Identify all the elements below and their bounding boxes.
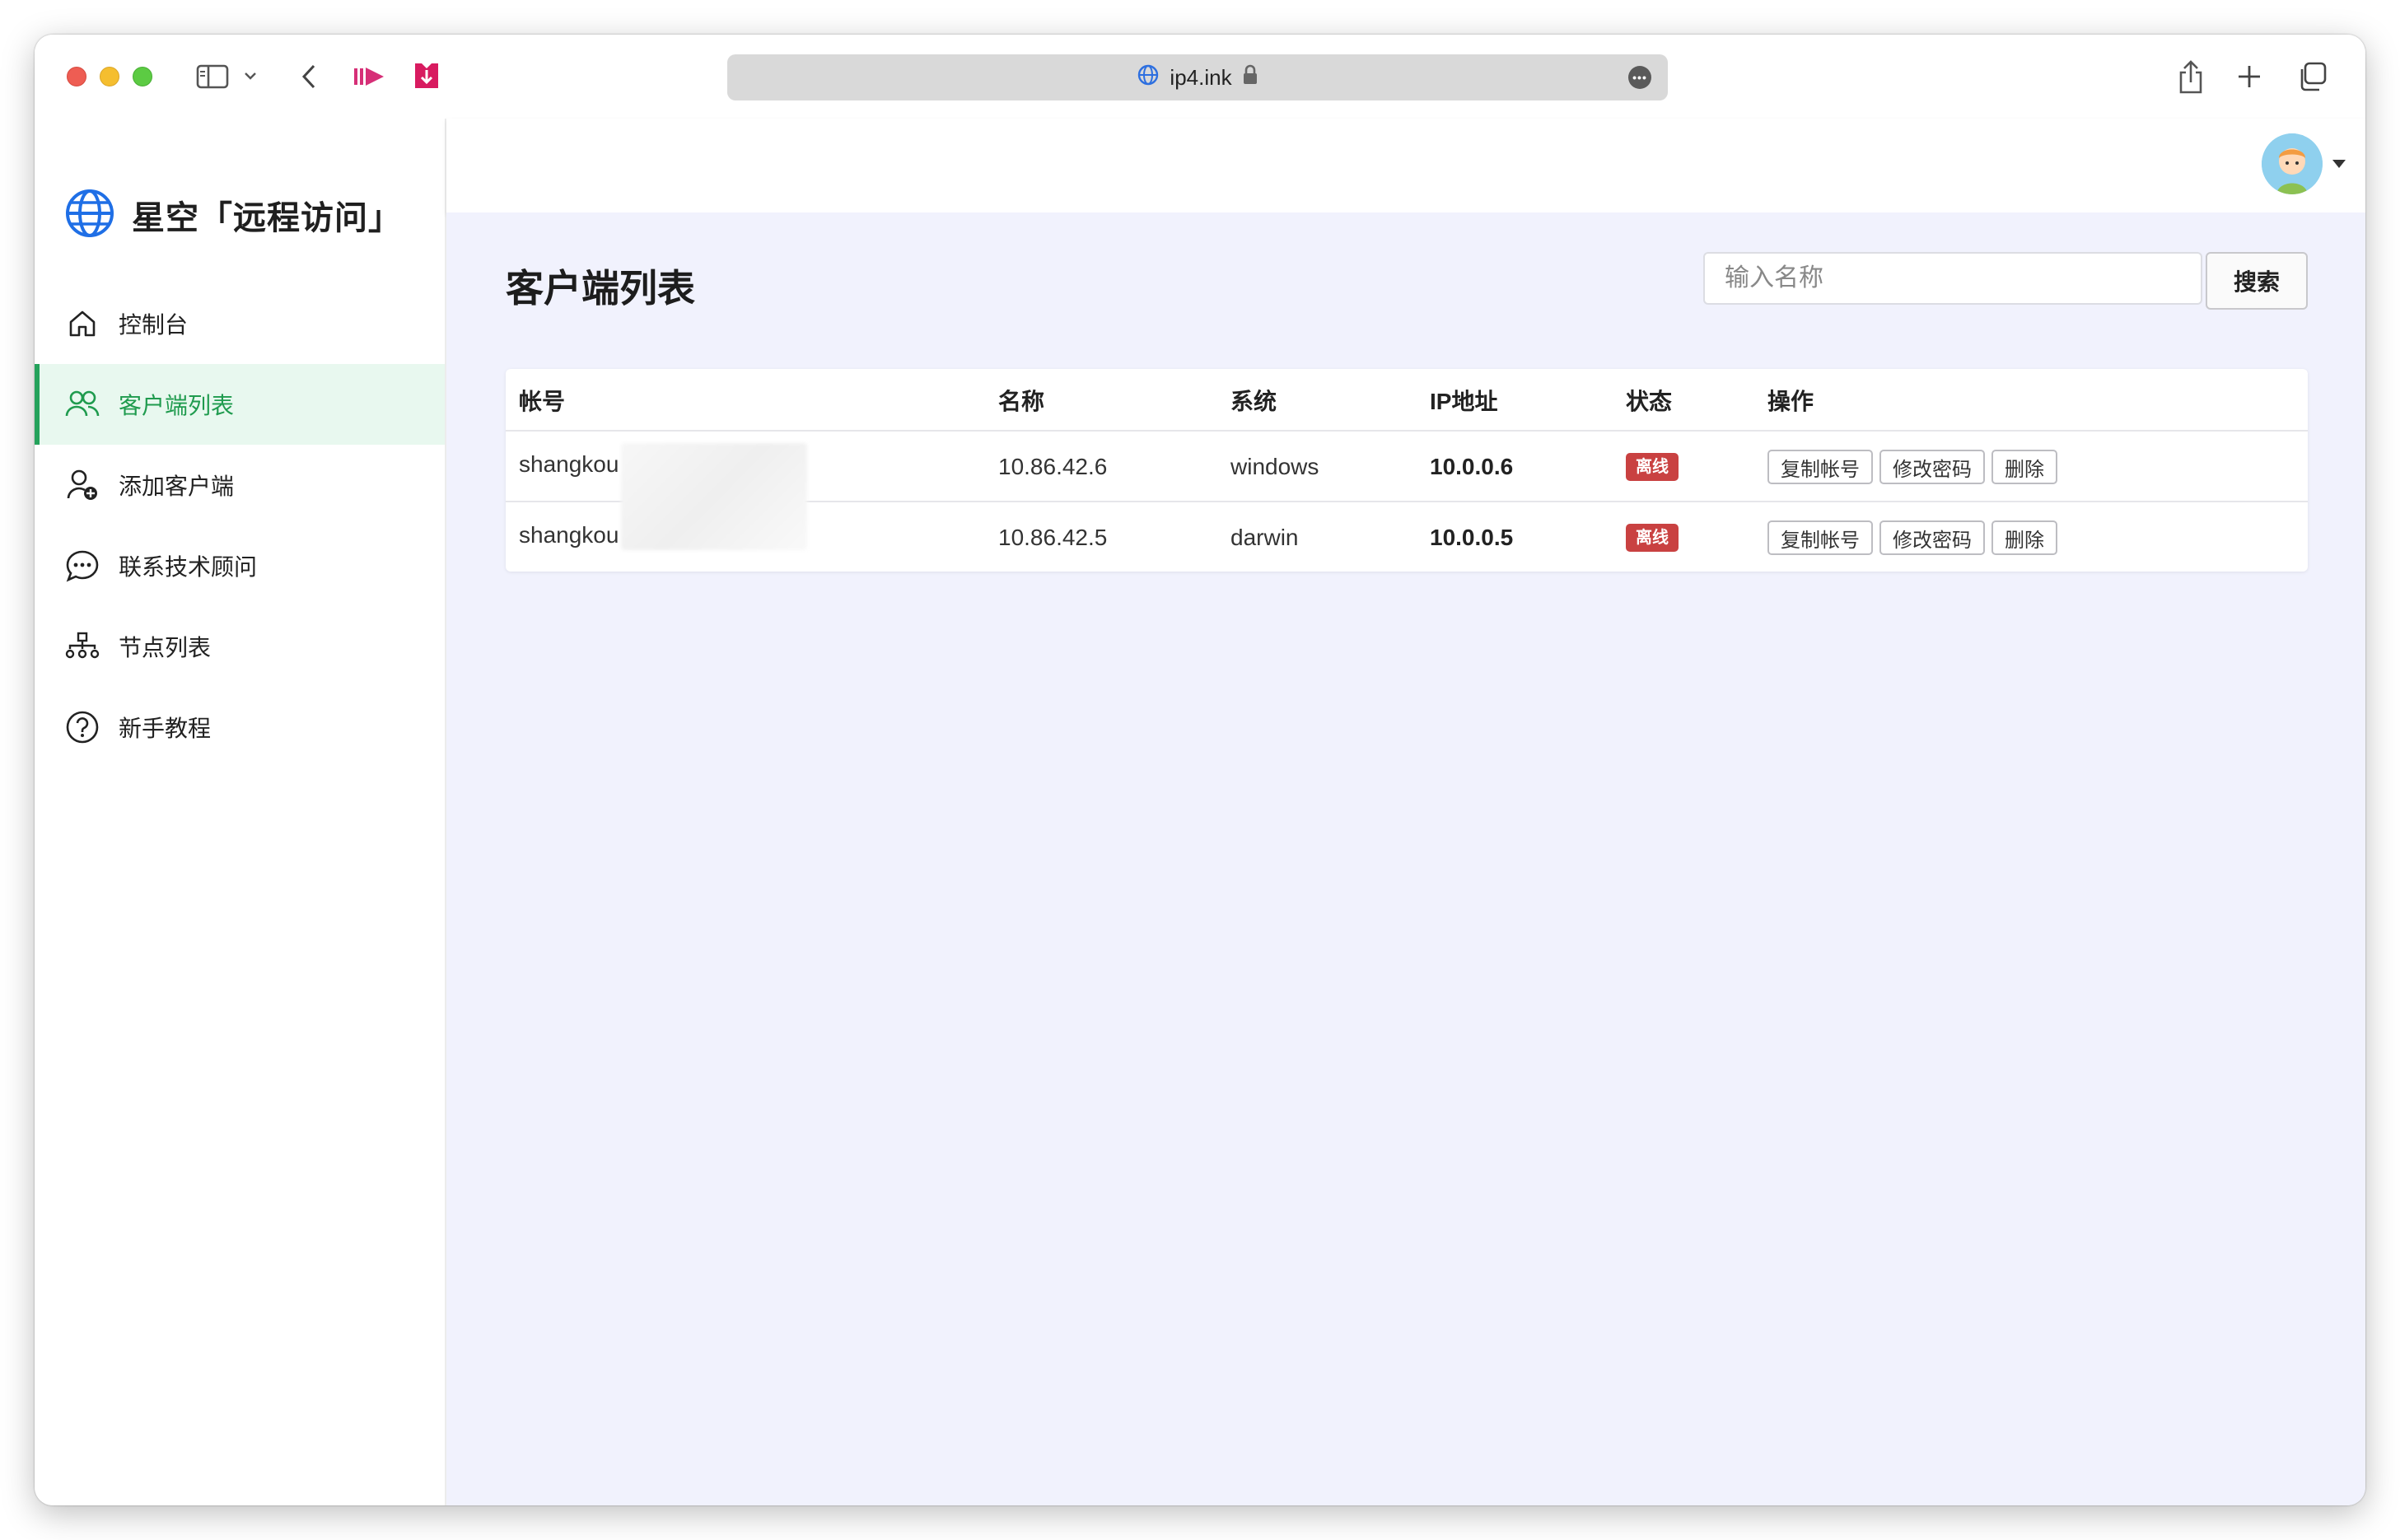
address-bar[interactable]: ip4.ink ••• bbox=[727, 54, 1668, 100]
share-icon[interactable] bbox=[2174, 58, 2207, 96]
sidebar-item-label: 添加客户端 bbox=[119, 474, 235, 499]
table-header-row: 帐号 名称 系统 IP地址 状态 操作 bbox=[506, 369, 2308, 432]
sidebar-item-contact-advisor[interactable]: 联系技术顾问 bbox=[35, 525, 445, 606]
globe-logo-icon bbox=[64, 188, 115, 243]
copy-account-button[interactable]: 复制帐号 bbox=[1767, 520, 1873, 555]
lock-icon bbox=[1242, 64, 1258, 91]
status-badge: 离线 bbox=[1626, 453, 1679, 481]
search-button[interactable]: 搜索 bbox=[2206, 252, 2308, 310]
change-password-button[interactable]: 修改密码 bbox=[1879, 450, 1985, 484]
user-add-icon bbox=[64, 467, 100, 503]
status-badge: 离线 bbox=[1626, 524, 1679, 552]
cell-ip: 10.0.0.5 bbox=[1430, 525, 1514, 550]
window-maximize-button[interactable] bbox=[133, 67, 152, 86]
cell-actions: 复制帐号 修改密码 删除 bbox=[1767, 432, 2064, 502]
browser-window: ip4.ink ••• 星空「远程访问」 控制台 客户端列表 添加客户端 联系技… bbox=[35, 35, 2365, 1505]
top-header bbox=[446, 119, 2365, 212]
back-arrow-icon[interactable] bbox=[296, 61, 321, 92]
column-header-status: 状态 bbox=[1626, 389, 1673, 414]
caret-down-icon[interactable] bbox=[2332, 160, 2346, 168]
sidebar-item-node-list[interactable]: 节点列表 bbox=[35, 606, 445, 687]
delete-button[interactable]: 删除 bbox=[1991, 450, 2057, 484]
window-minimize-button[interactable] bbox=[100, 67, 119, 86]
content-area: 客户端列表 搜索 帐号 名称 系统 IP地址 状态 操作 shangkou 10… bbox=[446, 212, 2365, 1505]
copy-account-button[interactable]: 复制帐号 bbox=[1767, 450, 1873, 484]
sidebar-item-tutorial[interactable]: 新手教程 bbox=[35, 687, 445, 768]
brand[interactable]: 星空「远程访问」 bbox=[64, 186, 402, 244]
cell-status: 离线 bbox=[1626, 502, 1679, 573]
url-text: ip4.ink bbox=[1170, 64, 1232, 90]
search-input[interactable] bbox=[1703, 252, 2202, 305]
new-tab-plus-icon[interactable] bbox=[2234, 61, 2265, 92]
tab-overview-icon[interactable] bbox=[2295, 59, 2329, 94]
chevron-down-icon[interactable] bbox=[242, 68, 259, 84]
help-icon bbox=[64, 709, 100, 745]
sidebar-item-label: 控制台 bbox=[119, 312, 189, 338]
cell-ip: 10.0.0.6 bbox=[1430, 454, 1514, 479]
brand-title: 星空「远程访问」 bbox=[132, 200, 402, 236]
extension-bookmark-icon[interactable] bbox=[410, 59, 443, 92]
user-avatar[interactable] bbox=[2262, 133, 2323, 194]
page-title: 客户端列表 bbox=[506, 267, 695, 310]
cell-actions: 复制帐号 修改密码 删除 bbox=[1767, 502, 2064, 573]
cell-status: 离线 bbox=[1626, 432, 1679, 502]
network-icon bbox=[64, 628, 100, 665]
cell-system: darwin bbox=[1230, 525, 1299, 550]
browser-toolbar: ip4.ink ••• bbox=[35, 35, 2365, 119]
extension-play-icon[interactable] bbox=[351, 63, 387, 91]
sidebar-toggle-icon[interactable] bbox=[196, 63, 229, 91]
cell-name: 10.86.42.5 bbox=[998, 525, 1108, 550]
home-icon bbox=[64, 306, 100, 342]
cell-name: 10.86.42.6 bbox=[998, 454, 1108, 479]
cell-account: shangkou bbox=[519, 451, 619, 477]
cell-system: windows bbox=[1230, 454, 1319, 479]
client-table: 帐号 名称 系统 IP地址 状态 操作 shangkou 10.86.42.6 … bbox=[506, 369, 2308, 572]
sidebar-item-client-list[interactable]: 客户端列表 bbox=[35, 364, 445, 445]
column-header-account: 帐号 bbox=[519, 389, 566, 414]
sidebar-item-label: 节点列表 bbox=[119, 635, 212, 660]
users-icon bbox=[64, 386, 100, 422]
column-header-name: 名称 bbox=[998, 389, 1045, 414]
globe-icon bbox=[1137, 63, 1160, 92]
change-password-button[interactable]: 修改密码 bbox=[1879, 520, 1985, 555]
sidebar-item-add-client[interactable]: 添加客户端 bbox=[35, 445, 445, 525]
delete-button[interactable]: 删除 bbox=[1991, 520, 2057, 555]
more-options-icon[interactable]: ••• bbox=[1628, 66, 1651, 89]
sidebar: 星空「远程访问」 控制台 客户端列表 添加客户端 联系技术顾问 节点列表 新手教… bbox=[35, 119, 446, 1505]
sidebar-item-dashboard[interactable]: 控制台 bbox=[35, 283, 445, 364]
cell-account: shangkou bbox=[519, 522, 619, 548]
window-close-button[interactable] bbox=[67, 67, 86, 86]
chat-icon bbox=[64, 548, 100, 584]
redaction-blur bbox=[621, 443, 807, 550]
sidebar-item-label: 联系技术顾问 bbox=[119, 554, 258, 580]
column-header-ip: IP地址 bbox=[1430, 389, 1498, 414]
sidebar-item-label: 新手教程 bbox=[119, 716, 212, 741]
column-header-actions: 操作 bbox=[1767, 389, 1814, 414]
sidebar-item-label: 客户端列表 bbox=[119, 393, 235, 418]
column-header-system: 系统 bbox=[1230, 389, 1277, 414]
